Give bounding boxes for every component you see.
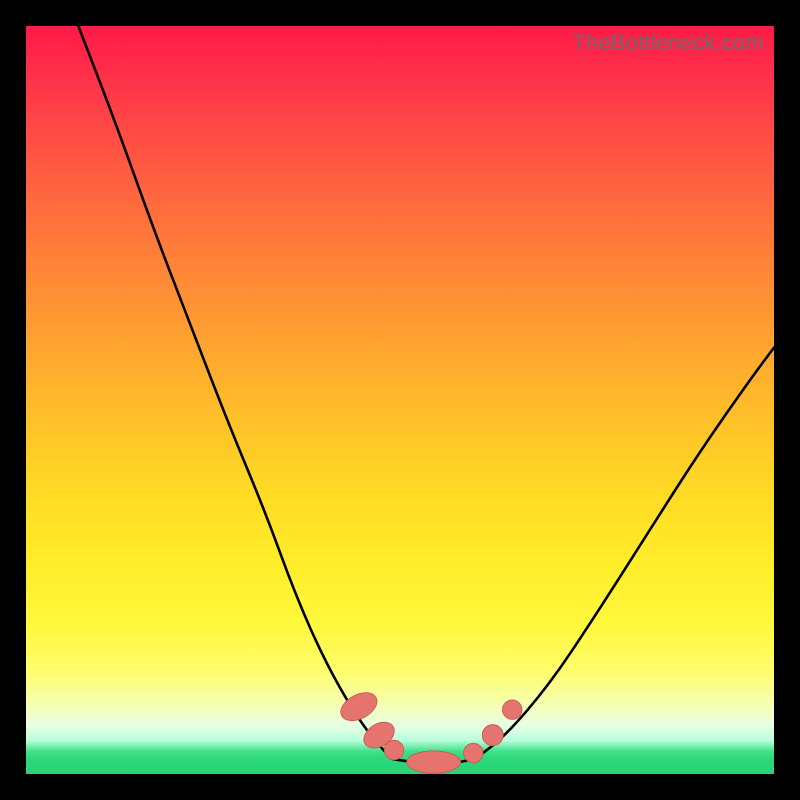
chart-frame: TheBottleneck.com	[0, 0, 800, 800]
trough-marker-3	[407, 751, 461, 773]
trough-marker-2	[384, 740, 403, 759]
trough-marker-6	[502, 700, 521, 719]
bottleneck-curve	[78, 26, 774, 764]
chart-svg	[26, 26, 774, 774]
chart-plot-area: TheBottleneck.com	[26, 26, 774, 774]
marker-layer	[336, 687, 522, 773]
trough-marker-5	[482, 725, 503, 746]
trough-marker-4	[464, 743, 483, 762]
curve-layer	[78, 26, 774, 764]
